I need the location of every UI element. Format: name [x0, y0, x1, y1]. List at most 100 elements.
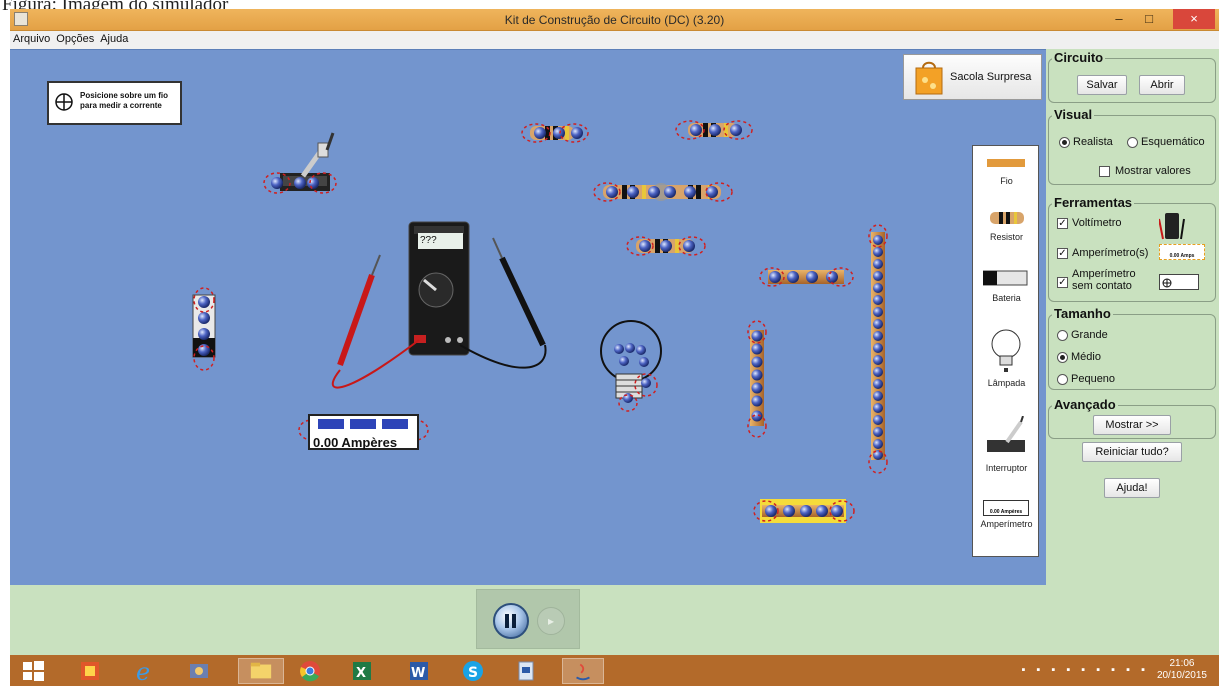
maximize-button[interactable]: □ [1135, 9, 1163, 29]
save-button[interactable]: Salvar [1077, 75, 1127, 95]
show-advanced-button[interactable]: Mostrar >> [1093, 415, 1171, 435]
checkbox-amperimetro-sem-contato[interactable]: ✓ [1057, 277, 1068, 288]
group-avancado: Avançado Mostrar >> [1048, 397, 1216, 439]
lamp-component[interactable] [600, 320, 662, 412]
wire-component[interactable] [868, 224, 888, 474]
voltmeter-tool-icon [1159, 213, 1185, 240]
pause-icon [505, 614, 517, 628]
label-mostrar-valores[interactable]: Mostrar valores [1115, 165, 1191, 177]
non-contact-ammeter-probe[interactable]: Posicione sobre um fio para medir a corre… [47, 81, 182, 125]
windows-taskbar: e X W S ▪ ▪ ▪ ▪ ▪ ▪ ▪ ▪ ▪ 21:06 20/10/20… [10, 655, 1219, 686]
help-button[interactable]: Ajuda! [1104, 478, 1160, 498]
radio-esquematico[interactable] [1127, 137, 1138, 148]
wire-component[interactable] [753, 499, 855, 523]
battery-tool-icon[interactable] [983, 269, 1029, 287]
label-sem-contato-1[interactable]: Amperímetro [1072, 268, 1136, 280]
label-pequeno[interactable]: Pequeno [1071, 373, 1115, 385]
ammeter-readout[interactable]: 0.00 Ampères [308, 414, 419, 450]
step-icon: ▸ [547, 614, 555, 628]
resistor-component[interactable] [626, 236, 706, 256]
system-tray-icons[interactable]: ▪ ▪ ▪ ▪ ▪ ▪ ▪ ▪ ▪ [1021, 664, 1149, 676]
lamp-tool-icon[interactable] [989, 328, 1023, 374]
mystery-bag-button[interactable]: Sacola Surpresa [903, 54, 1042, 100]
wire-component[interactable] [747, 320, 767, 438]
resistor-chain-component[interactable] [593, 182, 733, 202]
label-amperimetro[interactable]: Amperímetro(s) [1072, 247, 1148, 259]
probe-hint-text: Posicione sobre um fio para medir a corre… [80, 91, 169, 110]
tool-label-resistor[interactable]: Resistor [973, 232, 1040, 242]
label-voltimetro[interactable]: Voltímetro [1072, 217, 1122, 229]
group-circuito: Circuito Salvar Abrir [1048, 50, 1216, 103]
tool-label-interruptor[interactable]: Interruptor [973, 463, 1040, 473]
resistor-tool-icon[interactable] [990, 211, 1024, 225]
group-title-avancado: Avançado [1052, 397, 1118, 412]
ammeter-panel-icon-text: 0.00 Amps [1169, 253, 1195, 259]
radio-medio[interactable] [1057, 352, 1068, 363]
group-tamanho: Tamanho Grande Médio Pequeno [1048, 306, 1216, 390]
minimize-button[interactable]: – [1105, 9, 1133, 29]
svg-text:W: W [411, 666, 425, 681]
tool-label-amperimetro[interactable]: Amperímetro [973, 519, 1040, 529]
resistor-component[interactable] [521, 123, 589, 143]
pause-button[interactable] [493, 603, 529, 639]
group-title-circuito: Circuito [1052, 50, 1106, 65]
svg-text:X: X [356, 666, 366, 681]
red-probe[interactable] [331, 254, 420, 389]
playback-area: ▸ [10, 585, 1046, 655]
non-contact-ammeter-icon [1159, 274, 1199, 290]
checkbox-voltimetro[interactable]: ✓ [1057, 218, 1068, 229]
simulator-screenshot: Figura: Imagem do simulador Kit de Const… [0, 0, 1219, 686]
switch-tool-icon[interactable] [985, 416, 1029, 456]
radio-realista[interactable] [1059, 137, 1070, 148]
excel-icon[interactable]: X [349, 658, 375, 684]
control-panel: Circuito Salvar Abrir Visual Realista Es… [1046, 49, 1219, 655]
switch-component[interactable] [263, 132, 337, 194]
radio-pequeno[interactable] [1057, 374, 1068, 385]
paint-icon[interactable] [77, 658, 103, 684]
label-esquematico[interactable]: Esquemático [1141, 136, 1205, 148]
component-toolbox: Fio Resistor Bateria Lâmpada Interruptor… [972, 145, 1039, 557]
group-ferramentas: Ferramentas ✓ Voltímetro ✓ Amperímetro(s… [1048, 195, 1216, 302]
radio-grande[interactable] [1057, 330, 1068, 341]
file-explorer-icon[interactable] [238, 658, 284, 684]
label-realista[interactable]: Realista [1073, 136, 1113, 148]
checkbox-amperimetro[interactable]: ✓ [1057, 248, 1068, 259]
word-icon[interactable]: W [406, 658, 432, 684]
label-sem-contato-2[interactable]: sem contato [1072, 280, 1132, 292]
resistor-component[interactable] [675, 120, 753, 140]
ammeter-tool-icon-text: 0.00 Ampères [989, 509, 1023, 515]
group-visual: Visual Realista Esquemático Mostrar valo… [1048, 107, 1216, 185]
close-button[interactable]: × [1173, 9, 1215, 29]
black-probe[interactable] [459, 237, 547, 369]
label-medio[interactable]: Médio [1071, 351, 1101, 363]
tool-label-bateria[interactable]: Bateria [973, 293, 1040, 303]
start-icon[interactable] [20, 658, 46, 684]
reset-all-button[interactable]: Reiniciar tudo? [1082, 442, 1182, 462]
java-icon[interactable] [562, 658, 604, 684]
ammeter-tool-icon[interactable]: 0.00 Ampères [983, 500, 1029, 516]
tool-label-lampada[interactable]: Lâmpada [973, 378, 1040, 388]
clock[interactable]: 21:06 20/10/2015 [1157, 658, 1207, 682]
ammeter-reading: 0.00 Ampères [313, 435, 398, 450]
svg-text:e: e [136, 658, 150, 684]
group-title-tamanho: Tamanho [1052, 306, 1113, 321]
battery-component[interactable] [192, 287, 216, 371]
skype-icon[interactable]: S [460, 658, 486, 684]
group-title-ferramentas: Ferramentas [1052, 195, 1135, 210]
playback-controls: ▸ [476, 589, 580, 649]
wire-tool-icon[interactable] [987, 159, 1025, 167]
internet-explorer-icon[interactable]: e [132, 658, 158, 684]
label-grande[interactable]: Grande [1071, 329, 1108, 341]
checkbox-mostrar-valores[interactable] [1099, 166, 1110, 177]
tool-label-fio[interactable]: Fio [973, 176, 1040, 186]
chrome-icon[interactable] [297, 658, 323, 684]
step-button[interactable]: ▸ [537, 607, 565, 635]
svg-text:S: S [468, 665, 478, 681]
bag-icon [915, 61, 943, 95]
clock-time: 21:06 [1169, 658, 1195, 669]
document-icon[interactable] [513, 658, 539, 684]
wire-component[interactable] [759, 267, 854, 287]
media-icon[interactable] [186, 658, 212, 684]
open-button[interactable]: Abrir [1139, 75, 1185, 95]
crosshair-icon [55, 93, 73, 111]
